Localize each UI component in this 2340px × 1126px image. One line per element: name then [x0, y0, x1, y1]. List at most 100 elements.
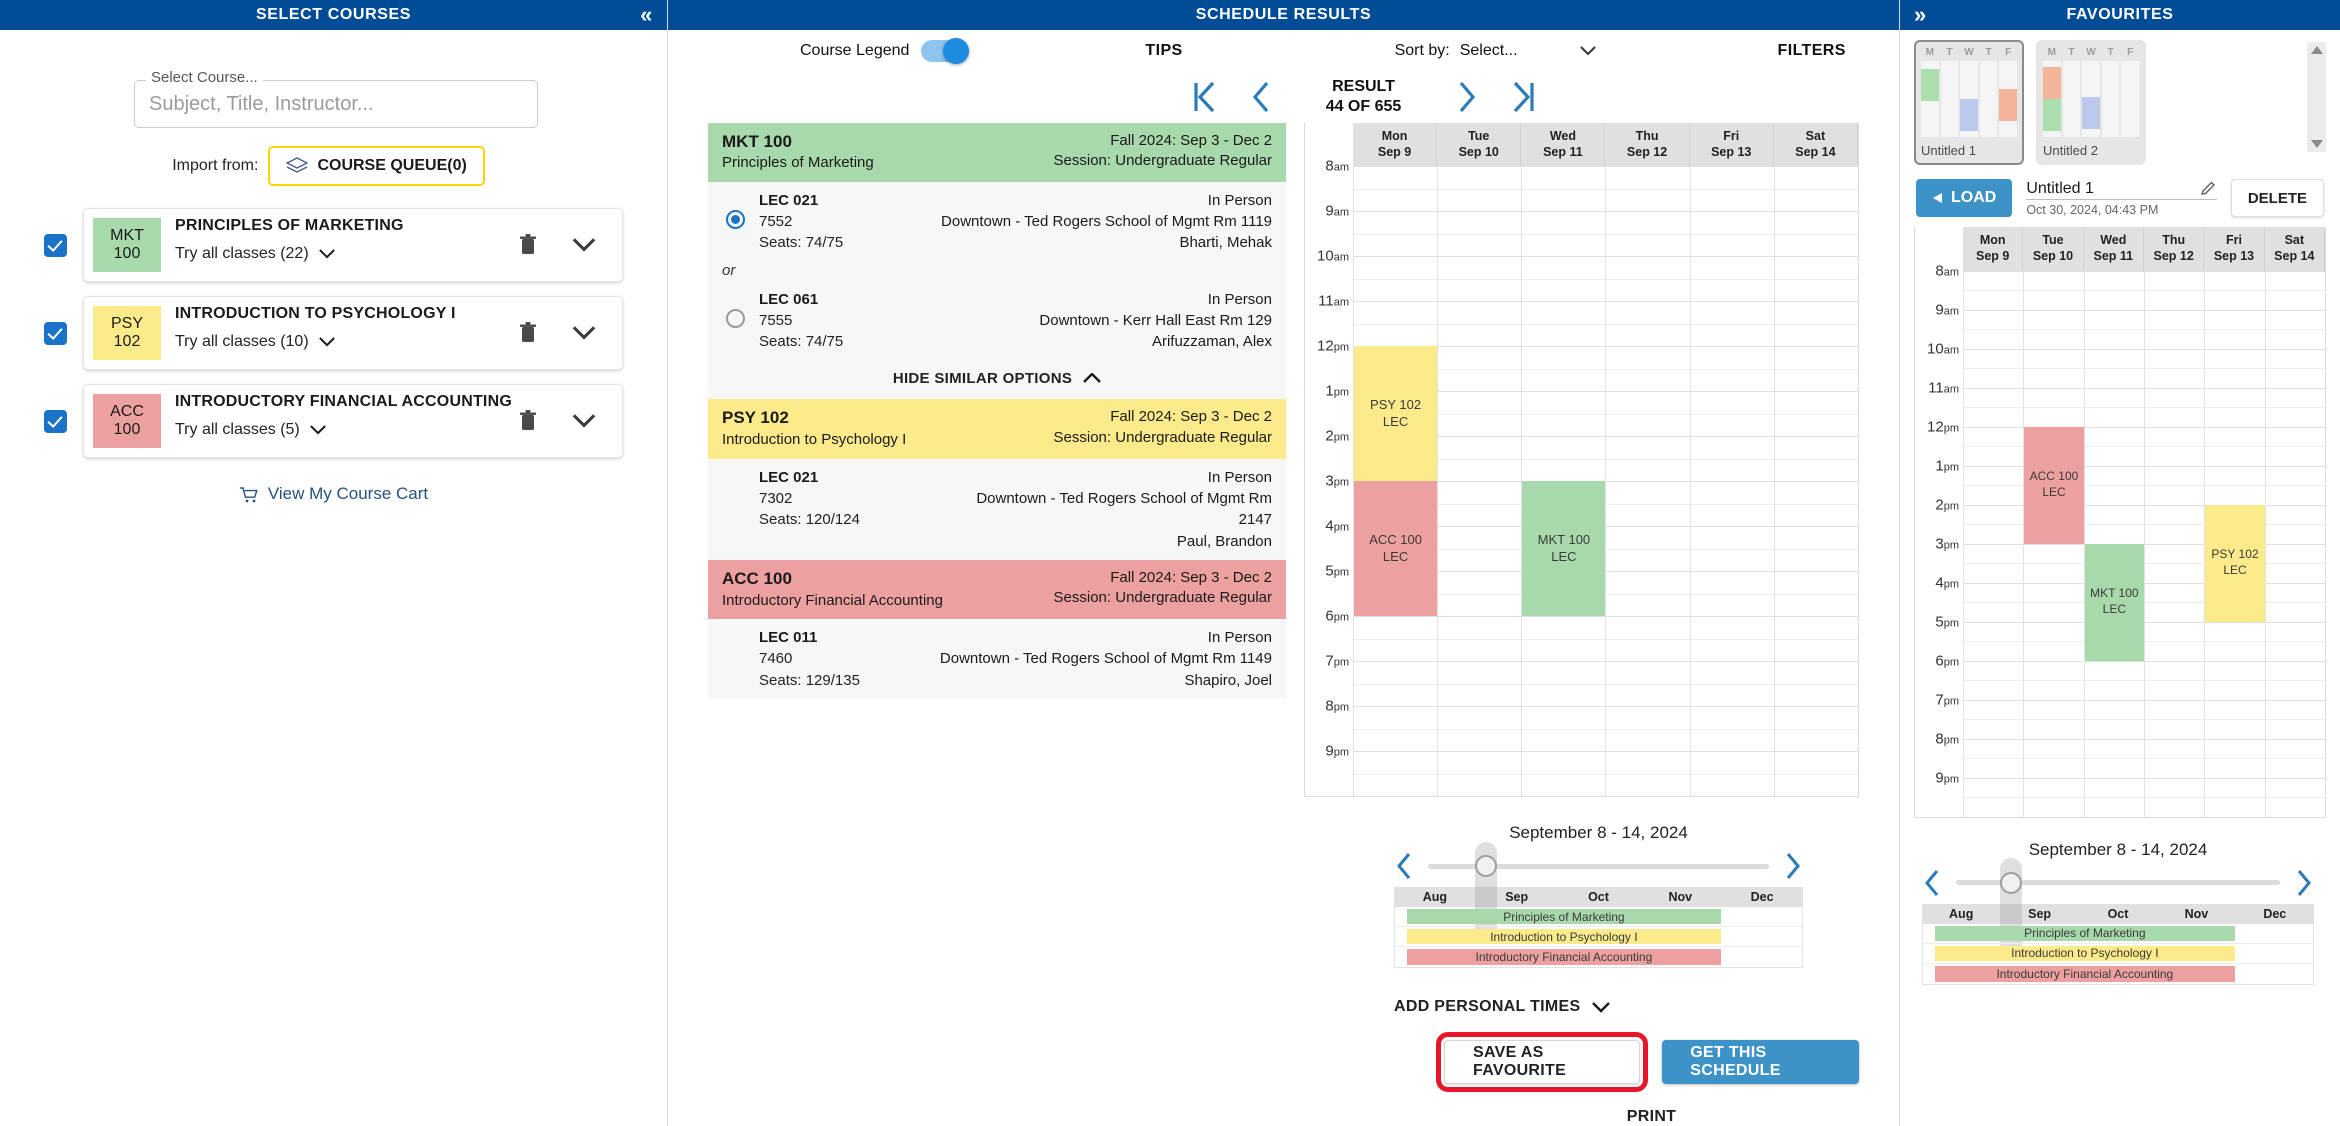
collapse-right-icon[interactable]: » [1914, 4, 1927, 26]
last-result-button[interactable] [1510, 80, 1536, 114]
calendar-event[interactable]: PSY 102 LEC [2205, 504, 2265, 622]
calendar-event-line: ACC 100 [1369, 531, 1422, 547]
favourite-date-slider-track[interactable] [1956, 858, 2280, 958]
course-card[interactable]: PSY 102 INTRODUCTION TO PSYCHOLOGY I Try… [83, 296, 623, 370]
date-slider-track[interactable] [1428, 841, 1769, 942]
favourite-thumbnail[interactable]: M T W T F Untitled 1 [1914, 40, 2024, 165]
course-checkbox[interactable] [44, 233, 67, 257]
print-button[interactable]: PRINT [1444, 1108, 1859, 1126]
calendar-day-header: Fri Sep 13 [2204, 227, 2265, 271]
sort-by-select[interactable]: Select... [1460, 42, 1596, 60]
favourite-previous-week-button[interactable] [1922, 868, 1942, 898]
course-subject: ACC [110, 402, 144, 420]
add-personal-times-button[interactable]: ADD PERSONAL TIMES [1394, 998, 1859, 1016]
load-favourite-button[interactable]: LOAD [1916, 179, 2013, 217]
result-course-card: PSY 102 Introduction to Psychology I Fal… [708, 399, 1286, 560]
thumbnail-name: Untitled 1 [1921, 143, 1976, 158]
result-section[interactable]: LEC 011 7460 Seats: 129/135 In Person Do… [708, 619, 1286, 699]
save-as-favourite-button[interactable]: SAVE AS FAVOURITE [1435, 1032, 1649, 1092]
trash-icon[interactable] [518, 321, 538, 345]
course-legend-group: Course Legend [800, 37, 970, 64]
trash-icon[interactable] [518, 233, 538, 257]
gantt-bar[interactable]: Principles of Marketing [1934, 925, 2235, 941]
try-all-classes-dropdown[interactable]: Try all classes (22) [175, 245, 518, 263]
result-card-header: MKT 100 Principles of Marketing Fall 202… [708, 122, 1286, 182]
course-legend-toggle[interactable] [921, 37, 970, 64]
section-location: Downtown - Ted Rogers School of Mgmt Rm … [976, 489, 1272, 529]
select-courses-body: Select Course... Subject, Title, Instruc… [0, 30, 667, 504]
calendar-hour-label: 3pm [1935, 535, 1959, 552]
previous-result-button[interactable] [1250, 80, 1272, 114]
gantt-bar[interactable]: Introductory Financial Accounting [1934, 965, 2235, 982]
gantt-bar[interactable]: Introduction to Psychology I [1934, 945, 2235, 961]
sort-by-value: Select... [1459, 41, 1518, 59]
calendar-hour-label: 11am [1928, 379, 1959, 396]
scroll-up-icon[interactable] [2310, 46, 2323, 54]
calendar-event[interactable]: PSY 102 LEC [1354, 346, 1438, 481]
result-term: Fall 2024: Sep 3 - Dec 2 [1110, 408, 1272, 426]
course-number: 100 [113, 245, 141, 262]
favourite-month-axis: Aug Sep Oct Nov Dec [1922, 903, 2314, 924]
calendar-day-name: Wed [1549, 128, 1576, 143]
filters-button[interactable]: FILTERS [1778, 42, 1846, 60]
section-radio[interactable] [726, 308, 745, 328]
calendar-event[interactable]: MKT 100 LEC [2084, 543, 2144, 661]
favourite-thumbnail[interactable]: M T W T F Untitled 2 [2036, 40, 2146, 165]
view-course-cart-link[interactable]: View My Course Cart [44, 484, 623, 504]
gantt-bar[interactable]: Principles of Marketing [1407, 909, 1721, 924]
month-label: Dec [1750, 890, 1774, 904]
result-section[interactable]: LEC 021 7302 Seats: 120/124 In Person Do… [708, 458, 1286, 560]
calendar-day-column [1773, 166, 1858, 796]
date-slider-knob[interactable] [1474, 855, 1497, 877]
month-label: Nov [2184, 906, 2209, 921]
favourites-scrollbar[interactable] [2307, 42, 2326, 152]
calendar-event[interactable]: ACC 100 LEC [2024, 426, 2084, 544]
pencil-icon[interactable] [2200, 180, 2217, 197]
thumbnail-day-column [2062, 61, 2081, 137]
first-result-button[interactable] [1192, 80, 1218, 114]
calendar-event-line: MKT 100 [1537, 531, 1591, 547]
app-root: SELECT COURSES « Select Course... Subjec… [0, 0, 2340, 1126]
course-card[interactable]: ACC 100 INTRODUCTORY FINANCIAL ACCOUNTIN… [83, 384, 623, 458]
collapse-left-icon[interactable]: « [640, 4, 653, 26]
tips-button[interactable]: TIPS [1145, 42, 1182, 60]
hide-similar-options-button[interactable]: HIDE SIMILAR OPTIONS [708, 360, 1286, 400]
calendar-day-header: Tue Sep 10 [1437, 122, 1522, 166]
course-card[interactable]: MKT 100 PRINCIPLES OF MARKETING Try all … [83, 208, 623, 282]
section-id: LEC 021 [759, 191, 819, 209]
calendar-event-line: LEC [2223, 563, 2247, 577]
calendar-header-row: Mon Sep 9 Tue Sep 10 Wed Sep 11 Thu Sep … [1915, 227, 2325, 271]
delete-favourite-button[interactable]: DELETE [2230, 179, 2324, 217]
course-queue-button[interactable]: COURSE QUEUE(0) [268, 146, 485, 186]
previous-week-button[interactable] [1394, 851, 1414, 881]
gantt-bar[interactable]: Introductory Financial Accounting [1407, 949, 1721, 965]
calendar-event[interactable]: MKT 100 LEC [1522, 481, 1606, 616]
calendar-event[interactable]: ACC 100 LEC [1354, 481, 1438, 616]
course-legend-label: Course Legend [800, 41, 910, 59]
result-section[interactable]: LEC 021 7552 Seats: 74/75 In Person Down… [708, 181, 1286, 262]
favourite-date-slider-knob[interactable] [2000, 871, 2023, 894]
next-result-button[interactable] [1456, 80, 1478, 114]
course-checkbox[interactable] [44, 321, 67, 345]
try-all-classes-dropdown[interactable]: Try all classes (10) [175, 333, 518, 351]
next-week-button[interactable] [1783, 851, 1803, 881]
section-mode: In Person [1207, 191, 1272, 209]
chevron-down-icon [309, 425, 326, 435]
favourite-name[interactable]: Untitled 1 [2026, 180, 2191, 198]
thumbnail-day-label: T [1946, 47, 1953, 58]
search-input[interactable]: Subject, Title, Instructor... [134, 80, 538, 128]
trash-icon[interactable] [518, 409, 538, 433]
scroll-down-icon[interactable] [2310, 140, 2323, 148]
gantt-bar[interactable]: Introduction to Psychology I [1407, 929, 1721, 944]
calendar-day-header: Tue Sep 10 [2023, 227, 2084, 271]
course-checkbox[interactable] [44, 409, 67, 433]
try-all-classes-dropdown[interactable]: Try all classes (5) [175, 421, 518, 439]
result-section[interactable]: LEC 061 7555 Seats: 74/75 In Person Down… [708, 280, 1286, 361]
thumbnail-name: Untitled 2 [2043, 143, 2098, 158]
favourite-next-week-button[interactable] [2294, 868, 2314, 898]
get-this-schedule-button[interactable]: GET THIS SCHEDULE [1662, 1040, 1859, 1084]
calendar-day-date: Sep 13 [2213, 249, 2255, 264]
section-radio[interactable] [726, 209, 745, 229]
selected-course-list: MKT 100 PRINCIPLES OF MARKETING Try all … [44, 208, 623, 458]
calendar-event-line: PSY 102 [2211, 547, 2259, 562]
